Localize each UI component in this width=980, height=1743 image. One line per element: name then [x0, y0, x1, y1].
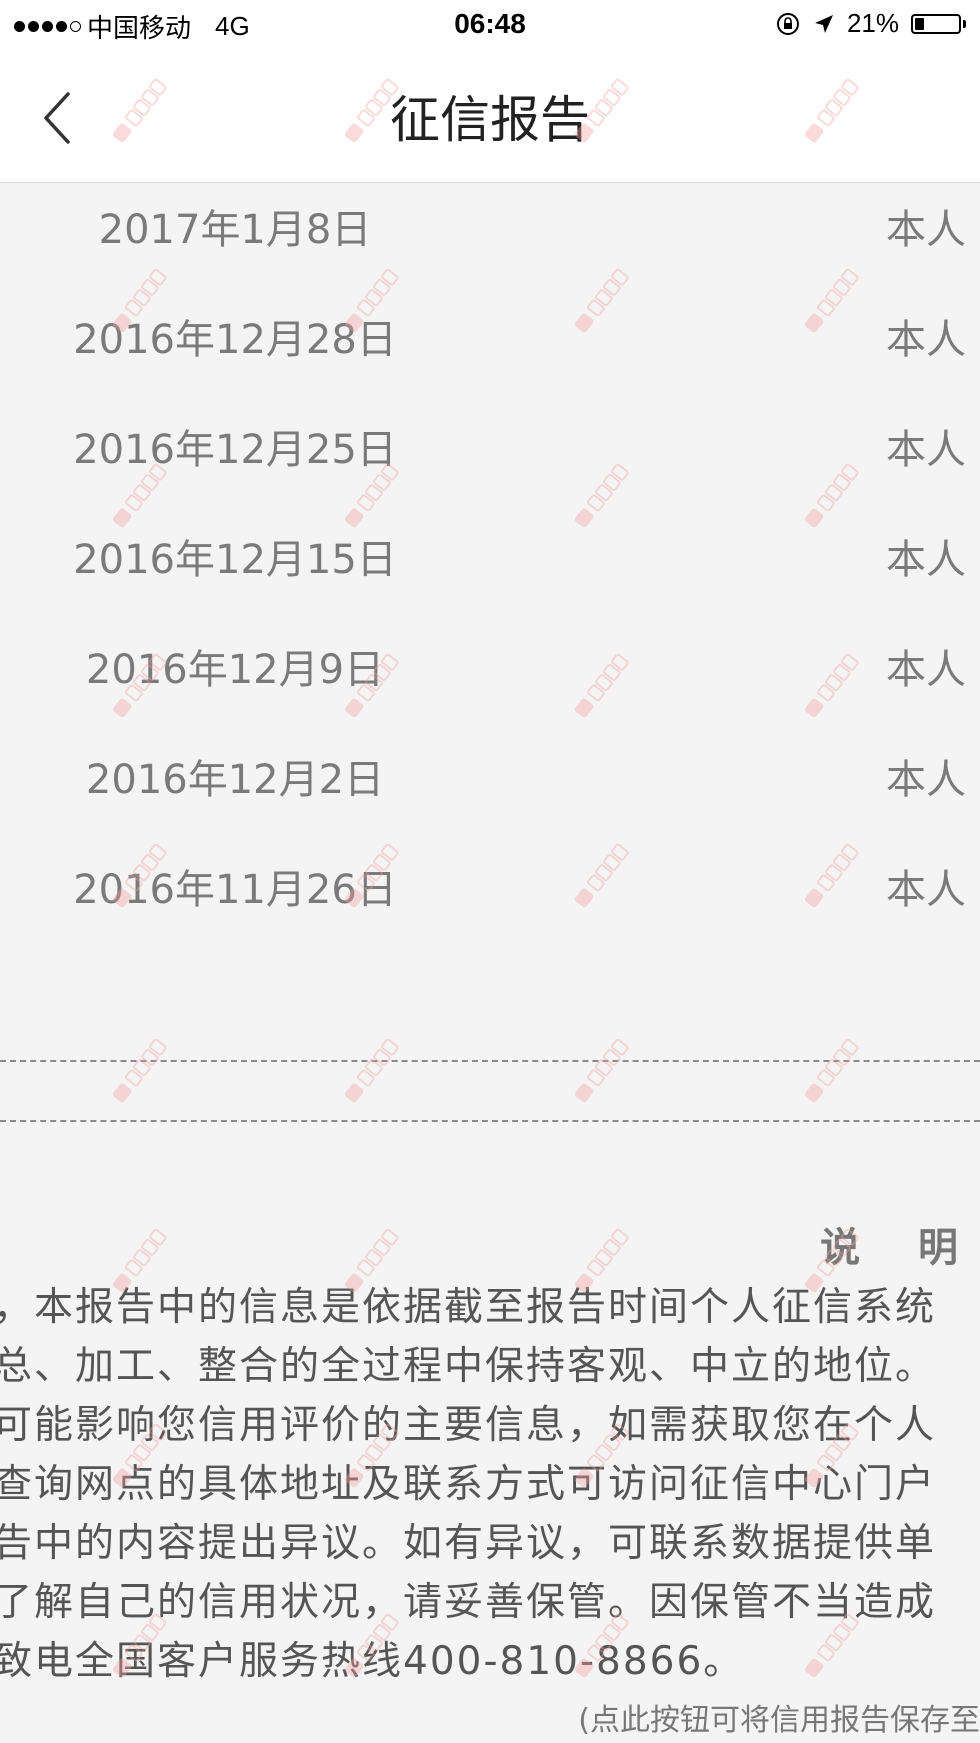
query-date: 2016年12月2日 — [85, 757, 385, 803]
query-date: 2016年12月28日 — [73, 317, 397, 363]
query-requester: 本人 — [886, 867, 966, 913]
save-report-button[interactable]: (点此按钮可将信用报告保存至 — [578, 1695, 980, 1739]
rotation-lock-icon — [776, 12, 799, 35]
query-date: 2016年12月9日 — [85, 647, 385, 693]
query-record-row: 2016年12月28日 本人 — [0, 285, 980, 395]
battery-icon — [911, 13, 966, 34]
navigation-bar: 征信报告 — [0, 50, 980, 183]
query-record-row: 2016年11月26日 本人 — [0, 835, 980, 945]
query-date: 2016年12月15日 — [73, 537, 397, 583]
query-record-row: 2016年12月25日 本人 — [0, 395, 980, 505]
query-requester: 本人 — [886, 537, 966, 583]
notes-body: 卜，本报告中的信息是依据截至报告时间个人征信系统 匚总、加工、整合的全过程中保持… — [0, 1278, 980, 1691]
query-requester: 本人 — [886, 757, 966, 803]
battery-percent: 21% — [846, 8, 899, 38]
query-date: 2016年11月26日 — [73, 867, 397, 913]
notes-line: 报告中的内容提出异议。如有异议，可联系数据提供单 — [0, 1521, 937, 1566]
query-requester: 本人 — [886, 207, 966, 253]
query-date: 2016年12月25日 — [73, 427, 397, 473]
watermark-logo-icon — [804, 1038, 859, 1103]
notes-line: 清致电全国客户服务热线400-810-8866。 — [0, 1639, 745, 1684]
query-requester: 本人 — [886, 427, 966, 473]
notes-line: 告查询网点的具体地址及联系方式可访问征信中心门户 — [0, 1462, 937, 1507]
query-record-row: 2017年1月8日 本人 — [0, 175, 980, 285]
dashed-divider — [0, 1060, 980, 1062]
query-record-row: 2016年12月9日 本人 — [0, 615, 980, 725]
query-requester: 本人 — [886, 317, 966, 363]
notes-heading: 说 明 — [820, 1225, 980, 1271]
query-date: 2017年1月8日 — [98, 207, 372, 253]
status-indicators: 21% — [775, 8, 966, 39]
notes-line: 卜，本报告中的信息是依据截至报告时间个人征信系统 — [0, 1285, 937, 1330]
location-arrow-icon — [814, 14, 833, 33]
watermark-logo-icon — [112, 1038, 167, 1103]
status-bar: 中国移动 4G 06:48 21% — [0, 0, 980, 50]
notes-line: 含可能影响您信用评价的主要信息，如需获取您在个人 — [0, 1403, 937, 1448]
query-requester: 本人 — [886, 647, 966, 693]
query-record-row: 2016年12月15日 本人 — [0, 505, 980, 615]
notes-line: 您了解自己的信用状况，请妥善保管。因保管不当造成 — [0, 1580, 937, 1625]
notes-line: 匚总、加工、整合的全过程中保持客观、中立的地位。 — [0, 1344, 937, 1389]
query-record-row: 2016年12月2日 本人 — [0, 725, 980, 835]
watermark-logo-icon — [574, 1038, 629, 1103]
dashed-divider — [0, 1120, 980, 1122]
page-title: 征信报告 — [390, 91, 590, 149]
watermark-logo-icon — [344, 1038, 399, 1103]
